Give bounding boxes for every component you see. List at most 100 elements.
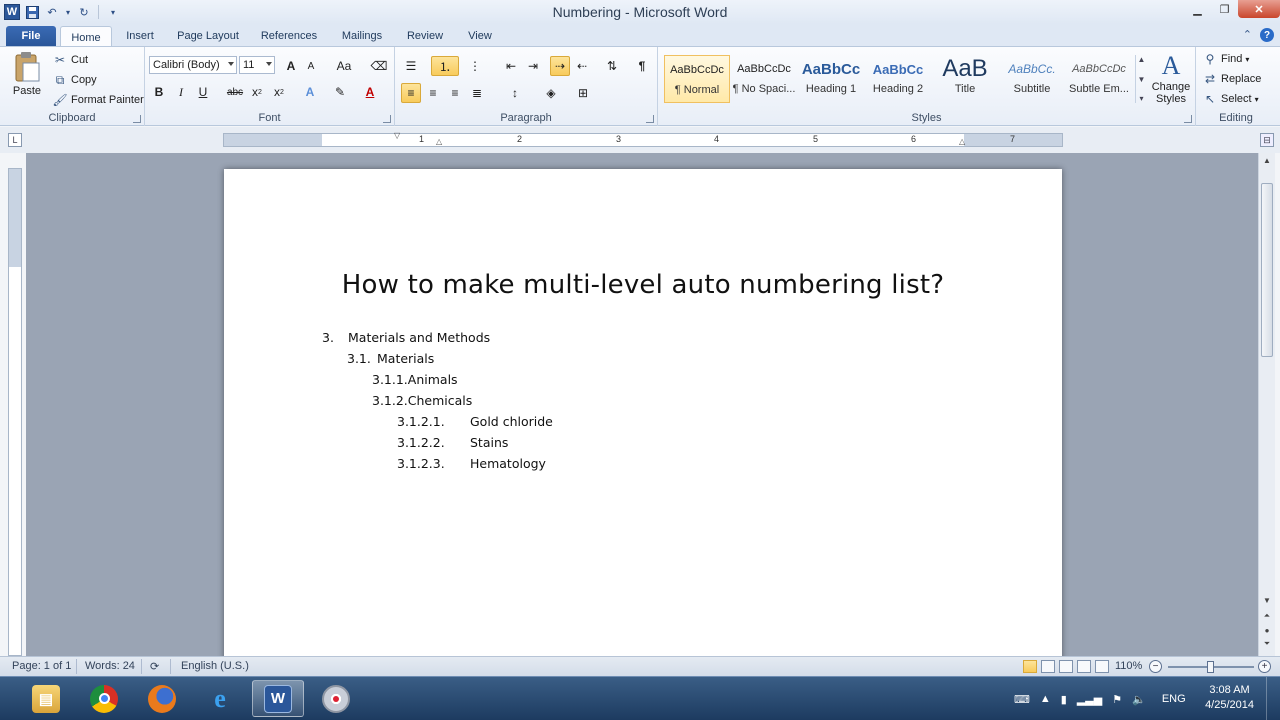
rtl-direction-icon[interactable]: ⇠ xyxy=(572,56,592,76)
style-heading-2[interactable]: AaBbCc Heading 2 xyxy=(865,55,931,103)
right-indent-icon[interactable]: △ xyxy=(959,137,965,146)
document-title[interactable]: How to make multi-level auto numbering l… xyxy=(224,270,1062,300)
shrink-font-button[interactable]: A xyxy=(301,56,321,76)
tray-device-icon[interactable]: ▮ xyxy=(1061,693,1067,706)
style-heading-1[interactable]: AaBbCc Heading 1 xyxy=(798,55,864,103)
full-screen-view-icon[interactable] xyxy=(1041,660,1055,673)
word-count[interactable]: Words: 24 xyxy=(85,660,135,672)
clock[interactable]: 3:08 AM 4/25/2014 xyxy=(1205,683,1254,713)
scroll-down-icon[interactable]: ▼ xyxy=(1259,593,1275,607)
increase-indent-icon[interactable]: ⇥ xyxy=(523,56,543,76)
align-left-icon[interactable]: ≡ xyxy=(401,83,421,103)
volume-icon[interactable]: 🔈 xyxy=(1132,693,1146,706)
taskbar-chrome[interactable] xyxy=(78,680,130,717)
styles-gallery-scroller[interactable]: ▲ ▼ ▾ xyxy=(1135,55,1147,103)
document-area[interactable]: How to make multi-level auto numbering l… xyxy=(26,153,1258,656)
undo-icon[interactable]: ↶ xyxy=(44,4,60,20)
zoom-in-icon[interactable]: + xyxy=(1258,660,1271,673)
prev-page-icon[interactable]: ⏶ xyxy=(1259,609,1275,623)
grow-font-button[interactable]: A xyxy=(281,56,301,76)
superscript-button[interactable]: x2 xyxy=(269,82,289,102)
gallery-down-icon[interactable]: ▼ xyxy=(1138,75,1146,84)
highlight-icon[interactable]: ✎ xyxy=(330,82,350,102)
multilevel-list-icon[interactable]: ⋮ xyxy=(465,56,485,76)
print-layout-view-icon[interactable] xyxy=(1023,660,1037,673)
network-icon[interactable]: ▂▃▅ xyxy=(1077,693,1102,706)
input-language[interactable]: ENG xyxy=(1162,693,1186,705)
keyboard-icon[interactable]: ⌨ xyxy=(1014,693,1030,706)
replace-button[interactable]: ⇄ Replace xyxy=(1202,71,1261,87)
list-item[interactable]: 3.1. Materials xyxy=(347,351,434,366)
minimize-ribbon-icon[interactable]: ⌃ xyxy=(1243,28,1252,42)
next-page-icon[interactable]: ⏷ xyxy=(1259,637,1275,651)
tab-references[interactable]: References xyxy=(255,26,323,46)
restore-icon[interactable]: ❐ xyxy=(1211,0,1238,18)
align-right-icon[interactable]: ≡ xyxy=(445,83,465,103)
tab-mailings[interactable]: Mailings xyxy=(334,26,390,46)
tab-review[interactable]: Review xyxy=(400,26,450,46)
word-logo-icon[interactable]: W xyxy=(4,4,20,20)
page-count[interactable]: Page: 1 of 1 xyxy=(12,660,71,672)
font-launcher-icon[interactable] xyxy=(383,115,391,123)
copy-button[interactable]: ⧉ Copy xyxy=(52,72,97,88)
hanging-indent-icon[interactable]: △ xyxy=(436,137,442,146)
numbering-icon[interactable]: ⒈ xyxy=(431,56,459,76)
line-spacing-icon[interactable]: ↕ xyxy=(505,83,525,103)
ltr-direction-icon[interactable]: ⇢ xyxy=(550,56,570,76)
tab-home[interactable]: Home xyxy=(60,26,112,48)
bullets-icon[interactable]: ☰ xyxy=(401,56,421,76)
paste-button[interactable]: Paste xyxy=(10,51,44,97)
paragraph-launcher-icon[interactable] xyxy=(646,115,654,123)
show-desktop-button[interactable] xyxy=(1266,677,1280,720)
list-item[interactable]: 3.1.2.3. Hematology xyxy=(397,456,546,471)
style-no-spacing[interactable]: AaBbCcDc ¶ No Spaci... xyxy=(731,55,797,103)
shading-icon[interactable]: ◈ xyxy=(541,83,561,103)
vertical-scrollbar[interactable]: ▲ ▼ ⏶ ● ⏷ xyxy=(1258,153,1275,656)
text-effects-button[interactable]: A xyxy=(300,82,320,102)
help-icon[interactable]: ? xyxy=(1260,28,1274,42)
style-normal[interactable]: AaBbCcDc ¶ Normal xyxy=(664,55,730,103)
format-painter-button[interactable]: 🖌 Format Painter xyxy=(52,92,143,108)
subscript-button[interactable]: x2 xyxy=(247,82,267,102)
horizontal-ruler[interactable]: 1 2 3 4 5 6 7 ▽ △ △ xyxy=(223,131,1063,147)
vertical-ruler[interactable] xyxy=(8,168,22,656)
italic-button[interactable]: I xyxy=(171,82,191,102)
undo-dropdown-icon[interactable]: ▾ xyxy=(64,4,72,20)
decrease-indent-icon[interactable]: ⇤ xyxy=(501,56,521,76)
style-subtitle[interactable]: AaBbCc. Subtitle xyxy=(999,55,1065,103)
change-styles-button[interactable]: A Change Styles xyxy=(1150,51,1192,105)
taskbar-firefox[interactable] xyxy=(136,680,188,717)
gallery-more-icon[interactable]: ▾ xyxy=(1139,94,1143,103)
gallery-up-icon[interactable]: ▲ xyxy=(1138,55,1146,64)
style-subtle-emphasis[interactable]: AaBbCcDc Subtle Em... xyxy=(1066,55,1132,103)
list-item[interactable]: 3.1.2.1. Gold chloride xyxy=(397,414,553,429)
clipboard-launcher-icon[interactable] xyxy=(133,115,141,123)
zoom-slider-thumb[interactable] xyxy=(1207,661,1214,673)
proofing-icon[interactable]: ⟳ xyxy=(150,660,159,673)
select-button[interactable]: ↖ Select ▾ xyxy=(1202,91,1259,107)
zoom-out-icon[interactable]: − xyxy=(1149,660,1162,673)
align-center-icon[interactable]: ≡ xyxy=(423,83,443,103)
browse-object-icon[interactable]: ● xyxy=(1259,623,1275,637)
font-color-button[interactable]: A xyxy=(360,82,380,102)
tab-file[interactable]: File xyxy=(6,26,56,46)
strikethrough-button[interactable]: abc xyxy=(225,82,245,102)
redo-icon[interactable]: ↻ xyxy=(76,4,92,20)
tab-selector-icon[interactable]: L xyxy=(8,133,22,147)
minimize-icon[interactable]: ▁ xyxy=(1184,0,1211,18)
taskbar-ie[interactable]: e xyxy=(194,680,246,717)
close-icon[interactable]: ✕ xyxy=(1238,0,1280,18)
sort-icon[interactable]: ⇅ xyxy=(602,56,622,76)
draft-view-icon[interactable] xyxy=(1095,660,1109,673)
outline-view-icon[interactable] xyxy=(1077,660,1091,673)
cut-button[interactable]: ✂ Cut xyxy=(52,52,88,68)
scroll-up-icon[interactable]: ▲ xyxy=(1259,153,1275,167)
web-layout-view-icon[interactable] xyxy=(1059,660,1073,673)
change-case-button[interactable]: Aa xyxy=(331,56,357,76)
styles-launcher-icon[interactable] xyxy=(1184,115,1192,123)
justify-icon[interactable]: ≣ xyxy=(467,83,487,103)
list-item[interactable]: 3.1.2.2. Stains xyxy=(397,435,508,450)
tab-page-layout[interactable]: Page Layout xyxy=(172,26,244,46)
style-title[interactable]: AaB Title xyxy=(932,55,998,103)
clear-formatting-icon[interactable]: ⌫ xyxy=(369,56,389,76)
